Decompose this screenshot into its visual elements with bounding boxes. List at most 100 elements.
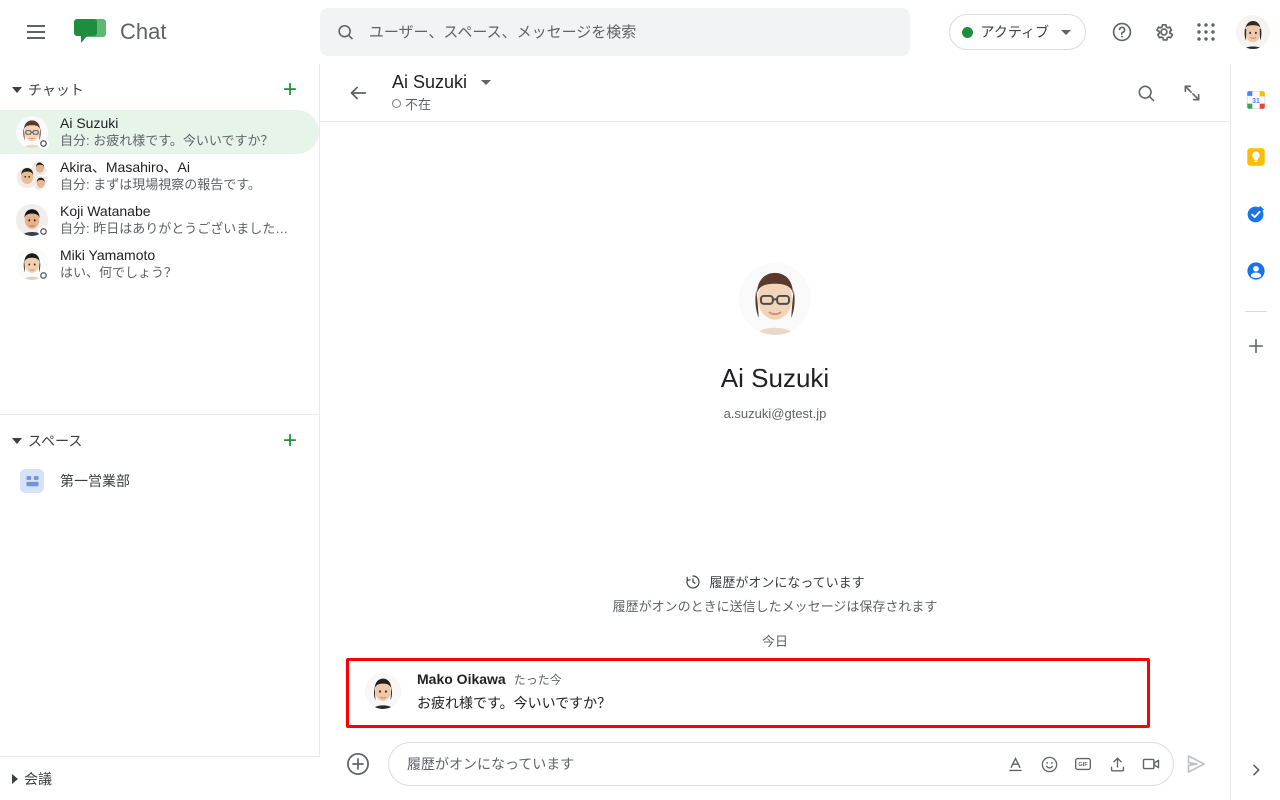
message-input[interactable] bbox=[407, 756, 999, 772]
search-box[interactable] bbox=[320, 8, 910, 56]
status-pill[interactable]: アクティブ bbox=[948, 14, 1086, 50]
add-attachment-button[interactable] bbox=[338, 744, 378, 784]
calendar-button[interactable]: 31 bbox=[1236, 80, 1276, 120]
message-meta: Mako Oikawa たった今 bbox=[417, 671, 611, 688]
message-row[interactable]: Mako Oikawa たった今 お疲れ様です。今いいですか？ bbox=[349, 669, 1147, 717]
back-button[interactable] bbox=[338, 73, 378, 113]
space-grid-svg bbox=[26, 475, 38, 486]
main-body: チャット + Ai Suzuki 自分: お疲れ様です。今いいですか？ Akir… bbox=[0, 64, 1280, 800]
chat-item-text: Ai Suzuki 自分: お疲れ様です。今いいですか？ bbox=[60, 115, 307, 149]
keep-button[interactable] bbox=[1236, 137, 1276, 177]
chevron-right-icon bbox=[1253, 764, 1260, 776]
chat-item-preview: 自分: まずは現場視察の報告です。 bbox=[60, 177, 261, 192]
plus-circle-icon bbox=[347, 753, 369, 775]
new-chat-button[interactable]: + bbox=[277, 78, 303, 102]
upload-button[interactable] bbox=[1101, 748, 1133, 780]
presence-away-icon bbox=[38, 138, 49, 149]
tasks-button[interactable] bbox=[1236, 194, 1276, 234]
back-arrow-icon bbox=[350, 86, 367, 99]
sidebar-space-item[interactable]: 第一営業部 bbox=[0, 461, 319, 501]
history-clock-icon bbox=[686, 574, 700, 589]
avatar bbox=[16, 116, 49, 149]
apps-grid-icon bbox=[1197, 23, 1215, 41]
meetings-section-header[interactable]: 会議 bbox=[0, 756, 320, 800]
contacts-icon bbox=[1246, 262, 1265, 280]
composer-tools: GIF bbox=[999, 748, 1167, 780]
compose-box[interactable]: GIF bbox=[388, 742, 1174, 786]
chat-item-name: Miki Yamamoto bbox=[60, 247, 156, 263]
presence-away-icon bbox=[38, 270, 49, 281]
sidebar-divider bbox=[0, 414, 319, 415]
calendar-day-label: 31 bbox=[1252, 98, 1260, 105]
chat-section-label: チャット bbox=[28, 82, 84, 98]
chat-section-header: チャット + bbox=[0, 70, 319, 110]
meetings-section-toggle-icon[interactable] bbox=[12, 773, 18, 784]
format-button[interactable] bbox=[999, 748, 1031, 780]
collapse-button[interactable] bbox=[1172, 73, 1212, 113]
account-avatar[interactable] bbox=[1236, 15, 1270, 49]
space-name: 第一営業部 bbox=[60, 473, 130, 489]
expand-rail-button[interactable] bbox=[1240, 754, 1272, 786]
chat-section-toggle-icon[interactable] bbox=[12, 87, 22, 93]
gif-icon: GIF bbox=[1075, 757, 1092, 771]
chat-item-name: Akira、Masahiro、Ai bbox=[60, 159, 190, 175]
emoji-button[interactable] bbox=[1033, 748, 1065, 780]
spaces-section-header: スペース + bbox=[0, 421, 319, 461]
chat-item-text: Miki Yamamoto はい、何でしょう？ bbox=[60, 247, 307, 281]
message-author: Mako Oikawa bbox=[417, 671, 506, 687]
search-input[interactable] bbox=[368, 23, 894, 41]
sidebar-chat-item-group[interactable]: Akira、Masahiro、Ai 自分: まずは現場視察の報告です。 bbox=[0, 154, 319, 198]
profile-email: a.suzuki@gtest.jp bbox=[723, 406, 827, 421]
sidebar: チャット + Ai Suzuki 自分: お疲れ様です。今いいですか？ Akir… bbox=[0, 64, 320, 800]
svg-text:GIF: GIF bbox=[1078, 762, 1088, 768]
send-icon bbox=[1187, 755, 1205, 773]
google-chat-app: Chat アクティブ bbox=[0, 0, 1280, 800]
hamburger-icon[interactable] bbox=[12, 8, 60, 56]
apps-button[interactable] bbox=[1186, 12, 1226, 52]
avatar-image bbox=[365, 673, 401, 709]
chat-item-text: Koji Watanabe 自分: 昨日はありがとうございました… bbox=[60, 203, 307, 237]
collapse-icon bbox=[1184, 85, 1200, 100]
profile-name: Ai Suzuki bbox=[720, 363, 830, 393]
avatar-image bbox=[1236, 15, 1270, 49]
format-icon bbox=[1008, 756, 1022, 771]
conversation-header-actions bbox=[1126, 73, 1212, 113]
conversation-title-row[interactable]: Ai Suzuki bbox=[392, 72, 1126, 93]
highlighted-message-region: Mako Oikawa たった今 お疲れ様です。今いいですか？ bbox=[346, 658, 1150, 728]
conversation-status: 不在 bbox=[392, 94, 1126, 113]
sidebar-chat-item-ai-suzuki[interactable]: Ai Suzuki 自分: お疲れ様です。今いいですか？ bbox=[0, 110, 319, 154]
chat-item-name: Koji Watanabe bbox=[60, 203, 151, 219]
upload-icon bbox=[1110, 756, 1124, 772]
spaces-section-label: スペース bbox=[28, 433, 83, 449]
conversation-title: Ai Suzuki bbox=[392, 72, 468, 92]
spaces-section-toggle-icon[interactable] bbox=[12, 438, 22, 444]
chevron-down-icon[interactable] bbox=[481, 80, 492, 85]
video-icon bbox=[1142, 758, 1160, 770]
message-avatar bbox=[365, 673, 401, 709]
help-button[interactable] bbox=[1102, 12, 1142, 52]
settings-button[interactable] bbox=[1144, 12, 1184, 52]
conversation-search-button[interactable] bbox=[1126, 73, 1166, 113]
sidebar-chat-item-koji-watanabe[interactable]: Koji Watanabe 自分: 昨日はありがとうございました… bbox=[0, 198, 319, 242]
status-dot-icon bbox=[961, 26, 973, 38]
sidebar-chat-item-miki-yamamoto[interactable]: Miki Yamamoto はい、何でしょう？ bbox=[0, 242, 319, 286]
presence-away-icon bbox=[392, 99, 401, 108]
gear-icon bbox=[1156, 24, 1174, 41]
avatar-image-group bbox=[16, 160, 48, 192]
top-bar-actions: アクティブ bbox=[948, 0, 1270, 64]
conversation-status-label: 不在 bbox=[405, 97, 432, 112]
day-separator: 今日 bbox=[761, 634, 788, 649]
add-app-button[interactable] bbox=[1236, 326, 1276, 366]
brand: Chat bbox=[74, 17, 166, 47]
video-button[interactable] bbox=[1135, 748, 1167, 780]
new-space-button[interactable]: + bbox=[277, 429, 303, 453]
top-bar: Chat アクティブ bbox=[0, 0, 1280, 64]
contacts-button[interactable] bbox=[1236, 251, 1276, 291]
send-button[interactable] bbox=[1174, 742, 1218, 786]
presence-away-icon bbox=[38, 226, 49, 237]
help-circle-icon bbox=[1112, 22, 1132, 42]
gif-button[interactable]: GIF bbox=[1067, 748, 1099, 780]
plus-icon bbox=[1248, 338, 1263, 354]
avatar-image bbox=[739, 263, 811, 335]
